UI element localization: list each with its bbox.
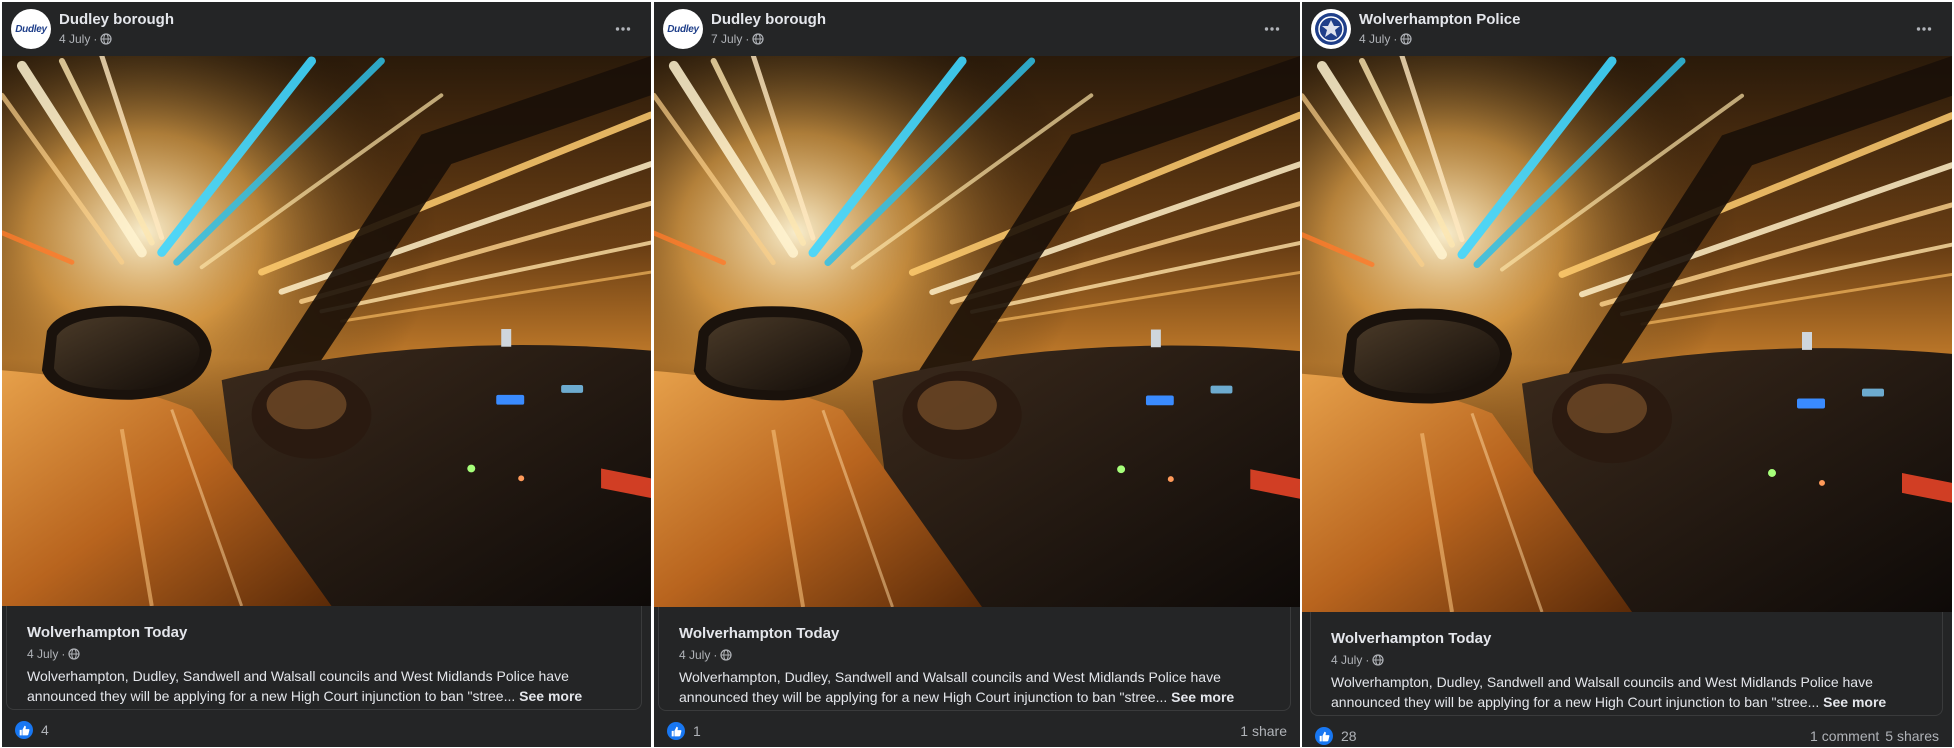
link-meta: 4 July · (27, 647, 627, 661)
like-icon[interactable] (1315, 727, 1333, 745)
reaction-count[interactable]: 28 (1341, 728, 1357, 744)
see-more-link[interactable]: See more (1171, 689, 1234, 705)
post-header-text: Wolverhampton Police 4 July · (1359, 11, 1520, 46)
post-photo[interactable] (2, 56, 651, 606)
engagement-summary: 1 comment 5 shares (1810, 728, 1939, 744)
post-meta: 4 July · (59, 32, 174, 46)
posts-comparison: Dudley Dudley borough 4 July · Wolverham… (0, 0, 1954, 748)
post-header: Dudley Dudley borough 4 July · (2, 2, 651, 56)
link-preview-card[interactable]: Wolverhampton Today 4 July · Wolverhampt… (6, 606, 642, 710)
post-meta: 4 July · (1359, 32, 1520, 46)
link-description-text: Wolverhampton, Dudley, Sandwell and Wals… (679, 669, 1221, 705)
meta-separator: · (1365, 653, 1370, 667)
car-light-trails-image (2, 56, 651, 606)
meta-separator: · (1393, 32, 1398, 47)
avatar-logo-text: Dudley (15, 23, 47, 35)
meta-separator: · (61, 647, 66, 661)
car-light-trails-image (1302, 56, 1952, 612)
post-photo[interactable] (654, 56, 1300, 607)
post-date[interactable]: 4 July (1359, 32, 1390, 46)
page-avatar[interactable]: Dudley (663, 9, 703, 49)
avatar-logo-text: Dudley (667, 23, 699, 35)
facebook-post: Dudley Dudley borough 7 July · Wolverham… (654, 2, 1300, 747)
more-options-icon (1916, 27, 1932, 31)
police-crest-icon (1315, 13, 1347, 45)
post-date[interactable]: 4 July (59, 32, 90, 46)
thumbs-up-icon (671, 726, 681, 736)
link-description-text: Wolverhampton, Dudley, Sandwell and Wals… (1331, 674, 1873, 710)
thumbs-up-icon (19, 725, 29, 735)
post-footer: 1 1 share (654, 716, 1300, 746)
facebook-post: Wolverhampton Police 4 July · Wolverhamp… (1302, 2, 1952, 747)
see-more-link[interactable]: See more (1823, 694, 1886, 710)
link-preview-card[interactable]: Wolverhampton Today 4 July · Wolverhampt… (1310, 612, 1943, 716)
post-date[interactable]: 7 July (711, 32, 742, 46)
more-options-icon (615, 27, 631, 31)
globe-icon[interactable] (1372, 654, 1384, 666)
post-footer: 4 (2, 715, 651, 745)
post-header-text: Dudley borough 4 July · (59, 11, 174, 46)
thumbs-up-icon (1319, 731, 1329, 741)
comment-count[interactable]: 1 comment (1810, 728, 1879, 744)
post-header: Dudley Dudley borough 7 July · (654, 2, 1300, 56)
page-avatar[interactable] (1311, 9, 1351, 49)
link-source-name[interactable]: Wolverhampton Today (679, 625, 1276, 642)
link-description: Wolverhampton, Dudley, Sandwell and Wals… (679, 667, 1276, 707)
more-options-button[interactable] (605, 11, 641, 47)
link-meta: 4 July · (1331, 653, 1928, 667)
link-source-name[interactable]: Wolverhampton Today (1331, 630, 1928, 647)
meta-separator: · (713, 648, 718, 662)
link-description: Wolverhampton, Dudley, Sandwell and Wals… (1331, 672, 1928, 712)
post-header: Wolverhampton Police 4 July · (1302, 2, 1952, 56)
post-photo[interactable] (1302, 56, 1952, 612)
link-meta: 4 July · (679, 648, 1276, 662)
like-icon[interactable] (667, 722, 685, 740)
share-count[interactable]: 5 shares (1885, 728, 1939, 744)
link-description: Wolverhampton, Dudley, Sandwell and Wals… (27, 666, 627, 706)
share-count[interactable]: 1 share (1240, 723, 1287, 739)
link-date[interactable]: 4 July (1331, 653, 1362, 667)
post-meta: 7 July · (711, 32, 826, 46)
post-footer: 28 1 comment 5 shares (1302, 721, 1952, 747)
engagement-summary: 1 share (1234, 723, 1287, 739)
page-name[interactable]: Dudley borough (59, 11, 174, 29)
facebook-post: Dudley Dudley borough 4 July · Wolverham… (2, 2, 651, 747)
page-avatar[interactable]: Dudley (11, 9, 51, 49)
post-header-text: Dudley borough 7 July · (711, 11, 826, 46)
like-icon[interactable] (15, 721, 33, 739)
reaction-count[interactable]: 4 (41, 722, 49, 738)
link-date[interactable]: 4 July (679, 648, 710, 662)
globe-icon[interactable] (1400, 33, 1412, 46)
link-preview-card[interactable]: Wolverhampton Today 4 July · Wolverhampt… (658, 607, 1291, 711)
link-description-text: Wolverhampton, Dudley, Sandwell and Wals… (27, 668, 569, 704)
more-options-icon (1264, 27, 1280, 31)
reaction-count[interactable]: 1 (693, 723, 701, 739)
globe-icon[interactable] (68, 648, 80, 660)
globe-icon[interactable] (720, 649, 732, 661)
globe-icon[interactable] (752, 33, 764, 46)
meta-separator: · (745, 32, 750, 47)
more-options-button[interactable] (1254, 11, 1290, 47)
page-name[interactable]: Dudley borough (711, 11, 826, 29)
meta-separator: · (93, 32, 98, 47)
more-options-button[interactable] (1906, 11, 1942, 47)
link-date[interactable]: 4 July (27, 647, 58, 661)
see-more-link[interactable]: See more (519, 688, 582, 704)
page-name[interactable]: Wolverhampton Police (1359, 11, 1520, 29)
globe-icon[interactable] (100, 33, 112, 46)
link-source-name[interactable]: Wolverhampton Today (27, 624, 627, 641)
car-light-trails-image (654, 56, 1300, 607)
